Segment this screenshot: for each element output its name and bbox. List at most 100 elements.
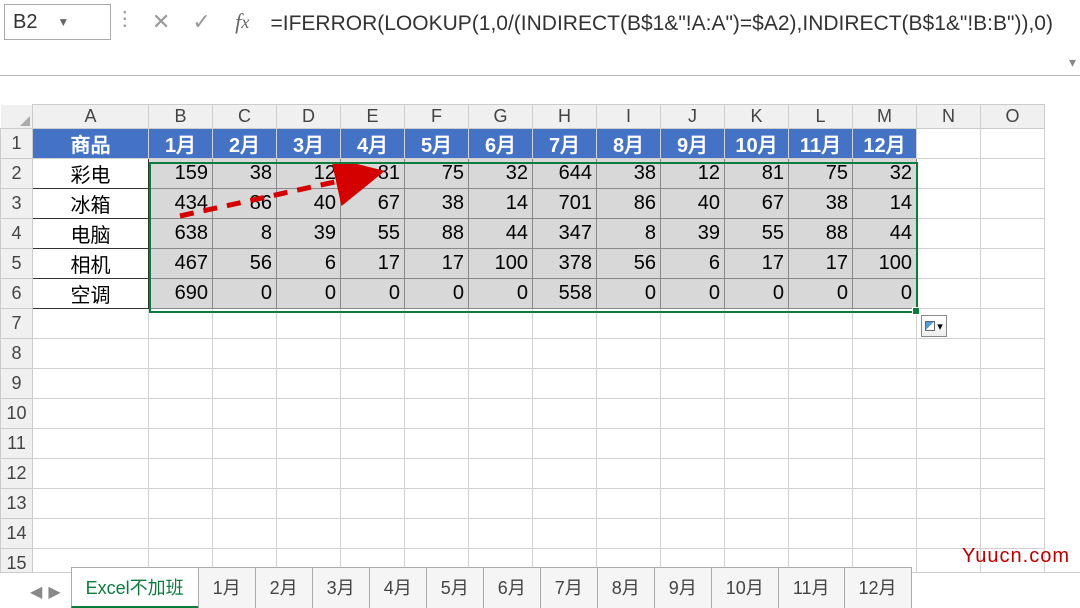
cell[interactable]: 100	[469, 249, 533, 279]
cell[interactable]	[661, 429, 725, 459]
cell[interactable]: 6	[661, 249, 725, 279]
cell[interactable]	[277, 459, 341, 489]
sheet-tab[interactable]: 6月	[483, 567, 541, 608]
cell[interactable]	[917, 249, 981, 279]
cell[interactable]: 701	[533, 189, 597, 219]
cell[interactable]	[789, 459, 853, 489]
row-header[interactable]: 3	[1, 189, 33, 219]
column-header[interactable]: M	[853, 105, 917, 129]
cell[interactable]	[469, 489, 533, 519]
cell[interactable]	[533, 519, 597, 549]
cell[interactable]	[213, 459, 277, 489]
cell[interactable]: 39	[661, 219, 725, 249]
cell[interactable]: 40	[277, 189, 341, 219]
sheet-tab[interactable]: Excel不加班	[71, 567, 199, 608]
cell[interactable]: 0	[341, 279, 405, 309]
column-header[interactable]: J	[661, 105, 725, 129]
cell[interactable]	[341, 429, 405, 459]
cell[interactable]	[149, 399, 213, 429]
cell[interactable]: 0	[405, 279, 469, 309]
cell[interactable]	[533, 399, 597, 429]
cell[interactable]: 44	[469, 219, 533, 249]
cell[interactable]	[469, 339, 533, 369]
cell[interactable]: 6月	[469, 129, 533, 159]
cell[interactable]	[661, 399, 725, 429]
cell[interactable]: 56	[597, 249, 661, 279]
cell[interactable]	[981, 429, 1045, 459]
cell[interactable]	[277, 369, 341, 399]
name-box[interactable]: B2 ▼	[4, 4, 111, 40]
cell[interactable]	[469, 309, 533, 339]
cell[interactable]: 88	[789, 219, 853, 249]
cell[interactable]	[725, 489, 789, 519]
cell[interactable]: 38	[597, 159, 661, 189]
cell[interactable]	[405, 519, 469, 549]
cell[interactable]	[405, 489, 469, 519]
cell[interactable]	[405, 339, 469, 369]
cell[interactable]	[725, 339, 789, 369]
cell[interactable]	[277, 339, 341, 369]
cell[interactable]: 17	[789, 249, 853, 279]
cell[interactable]: 0	[853, 279, 917, 309]
cell[interactable]	[213, 489, 277, 519]
fx-icon[interactable]: fx	[230, 4, 255, 40]
cell[interactable]	[981, 309, 1045, 339]
cell[interactable]	[533, 339, 597, 369]
cell[interactable]	[277, 309, 341, 339]
cell[interactable]	[981, 489, 1045, 519]
column-header[interactable]: A	[33, 105, 149, 129]
cell[interactable]	[725, 369, 789, 399]
column-header[interactable]: E	[341, 105, 405, 129]
cell[interactable]: 81	[725, 159, 789, 189]
cell[interactable]	[725, 519, 789, 549]
column-header[interactable]: L	[789, 105, 853, 129]
cell[interactable]	[597, 369, 661, 399]
sheet-tab[interactable]: 9月	[654, 567, 712, 608]
cell[interactable]: 32	[469, 159, 533, 189]
cell[interactable]: 12月	[853, 129, 917, 159]
cell[interactable]: 0	[213, 279, 277, 309]
cell[interactable]	[341, 459, 405, 489]
cell[interactable]: 38	[405, 189, 469, 219]
cell[interactable]: 2月	[213, 129, 277, 159]
cell[interactable]: 0	[725, 279, 789, 309]
column-header[interactable]: D	[277, 105, 341, 129]
cell[interactable]: 0	[789, 279, 853, 309]
cell[interactable]: 67	[725, 189, 789, 219]
row-header[interactable]: 13	[1, 489, 33, 519]
sheet-tab[interactable]: 1月	[198, 567, 256, 608]
cell[interactable]	[213, 339, 277, 369]
cell[interactable]	[853, 489, 917, 519]
cell[interactable]	[341, 339, 405, 369]
cell[interactable]	[917, 339, 981, 369]
cell[interactable]	[469, 519, 533, 549]
cell[interactable]	[149, 339, 213, 369]
sheet-tab[interactable]: 8月	[597, 567, 655, 608]
cell[interactable]	[725, 429, 789, 459]
cell[interactable]: 6	[277, 249, 341, 279]
cell[interactable]	[33, 489, 149, 519]
formula-input[interactable]: =IFERROR(LOOKUP(1,0/(INDIRECT(B$1&"!A:A"…	[262, 0, 1065, 40]
cell[interactable]: 17	[405, 249, 469, 279]
cell[interactable]	[149, 309, 213, 339]
row-header[interactable]: 9	[1, 369, 33, 399]
cell[interactable]	[981, 519, 1045, 549]
cell[interactable]: 88	[405, 219, 469, 249]
tab-prev-icon[interactable]: ◀	[30, 582, 42, 602]
cell[interactable]: 75	[789, 159, 853, 189]
chevron-down-icon[interactable]: ▼	[57, 15, 101, 29]
cell[interactable]: 0	[277, 279, 341, 309]
cell[interactable]	[597, 399, 661, 429]
cell[interactable]: 644	[533, 159, 597, 189]
cell[interactable]: 14	[853, 189, 917, 219]
cell[interactable]	[981, 159, 1045, 189]
cell[interactable]	[917, 369, 981, 399]
cell[interactable]	[981, 189, 1045, 219]
cell[interactable]	[33, 519, 149, 549]
cell[interactable]: 商品	[33, 129, 149, 159]
cell[interactable]	[405, 309, 469, 339]
cell[interactable]: 12	[277, 159, 341, 189]
cell[interactable]: 空调	[33, 279, 149, 309]
cell[interactable]: 56	[213, 249, 277, 279]
sheet-tab[interactable]: 10月	[711, 567, 779, 608]
